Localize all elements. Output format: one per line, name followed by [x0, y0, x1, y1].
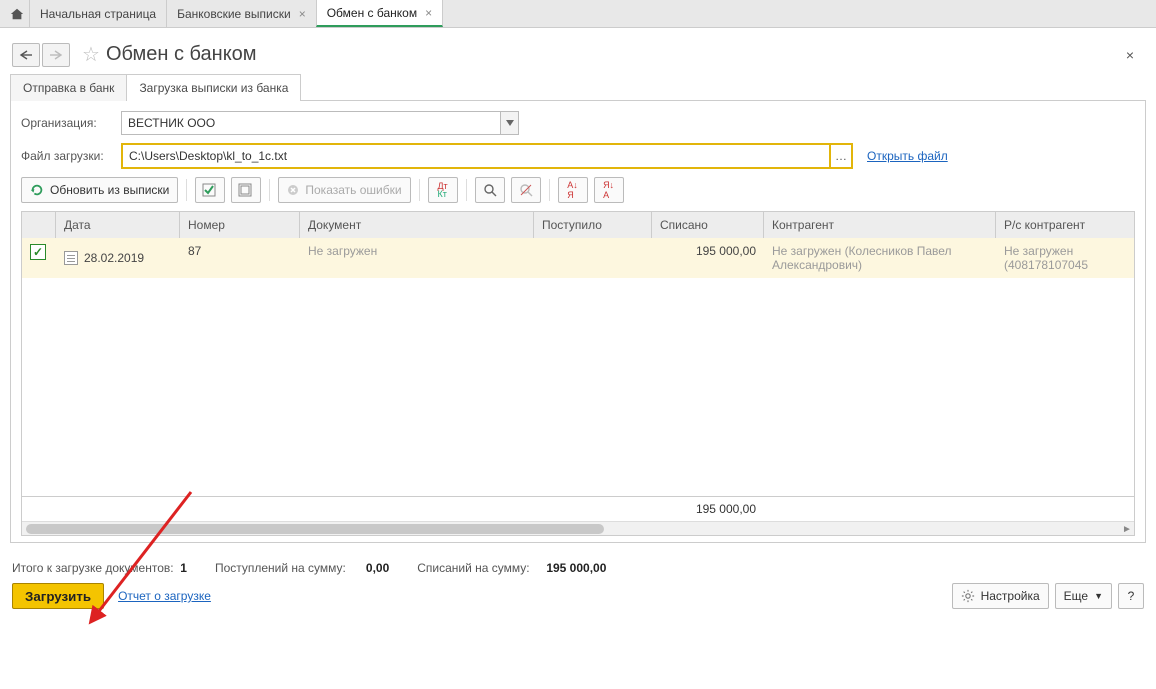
grid-header: Дата Номер Документ Поступило Списано Ко… — [22, 212, 1134, 238]
scroll-thumb[interactable] — [26, 524, 604, 534]
help-label: ? — [1128, 589, 1135, 603]
cell-number: 87 — [180, 238, 300, 278]
col-checkbox[interactable] — [22, 212, 56, 238]
open-file-link[interactable]: Открыть файл — [867, 149, 948, 163]
summary-out-value: 195 000,00 — [546, 561, 606, 575]
error-icon — [287, 184, 299, 196]
cell-withdrawn: 195 000,00 — [652, 238, 764, 278]
file-path-input[interactable]: C:\Users\Desktop\kl_to_1c.txt — [121, 143, 831, 169]
subtab-label: Загрузка выписки из банка — [139, 81, 288, 95]
chevron-down-icon: ▼ — [1094, 591, 1103, 601]
more-label: Еще — [1064, 589, 1088, 603]
separator — [549, 179, 550, 201]
file-label: Файл загрузки: — [21, 149, 121, 163]
nav-forward-button[interactable] — [42, 43, 70, 67]
col-document[interactable]: Документ — [300, 212, 534, 238]
org-row: Организация: ВЕСТНИК ООО — [21, 111, 1135, 135]
subtab-bar: Отправка в банк Загрузка выписки из банк… — [10, 73, 1146, 101]
close-page-button[interactable]: × — [1126, 47, 1144, 63]
refresh-icon — [30, 183, 44, 197]
uncheckall-button[interactable] — [231, 177, 261, 203]
subtab-send[interactable]: Отправка в банк — [10, 74, 127, 101]
load-report-link[interactable]: Отчет о загрузке — [118, 589, 211, 603]
search-button[interactable] — [475, 177, 505, 203]
col-counterparty[interactable]: Контрагент — [764, 212, 996, 238]
separator — [419, 179, 420, 201]
col-account[interactable]: Р/с контрагент — [996, 212, 1134, 238]
col-date[interactable]: Дата — [56, 212, 180, 238]
content-panel: Организация: ВЕСТНИК ООО Файл загрузки: … — [10, 101, 1146, 543]
org-value: ВЕСТНИК ООО — [128, 116, 215, 130]
tab-label: Банковские выписки — [177, 7, 291, 21]
nav-back-button[interactable] — [12, 43, 40, 67]
toolbar: Обновить из выписки Показать ошибки ДтКт — [21, 177, 1135, 203]
cell-date: 28.02.2019 — [84, 251, 144, 265]
grid-footer-row: 195 000,00 — [22, 496, 1134, 521]
app-tab-bar: Начальная страница Банковские выписки × … — [0, 0, 1156, 28]
show-errors-label: Показать ошибки — [305, 183, 401, 197]
file-row: Файл загрузки: C:\Users\Desktop\kl_to_1c… — [21, 143, 1135, 169]
subtab-label: Отправка в банк — [23, 81, 114, 95]
cell-document: Не загружен — [300, 238, 534, 278]
sort-asc-button[interactable]: А↓Я — [558, 177, 588, 203]
tab-home[interactable]: Начальная страница — [29, 0, 167, 27]
row-checkbox[interactable]: ✓ — [30, 244, 46, 260]
table-row[interactable]: ✓ 28.02.2019 87 Не загружен 195 000,00 Н… — [22, 238, 1134, 278]
summary-out-label: Списаний на сумму: — [417, 561, 529, 575]
summary-row: Итого к загрузке документов: 1 Поступлен… — [10, 551, 1146, 583]
close-icon[interactable]: × — [299, 7, 306, 21]
cell-counterparty: Не загружен (Колесников Павел Александро… — [764, 238, 996, 278]
document-icon — [64, 251, 78, 265]
separator — [186, 179, 187, 201]
summary-total-value: 1 — [180, 561, 187, 575]
gear-icon — [961, 589, 975, 603]
sort-desc-button[interactable]: Я↓А — [594, 177, 624, 203]
col-received[interactable]: Поступило — [534, 212, 652, 238]
search-cancel-button[interactable] — [511, 177, 541, 203]
tab-bank-statements[interactable]: Банковские выписки × — [166, 0, 317, 27]
separator — [466, 179, 467, 201]
refresh-label: Обновить из выписки — [50, 183, 169, 197]
org-select[interactable]: ВЕСТНИК ООО — [121, 111, 501, 135]
scroll-right-icon[interactable]: ► — [1120, 522, 1134, 536]
file-browse-button[interactable]: … — [831, 143, 853, 169]
separator — [269, 179, 270, 201]
bottom-button-row: Загрузить Отчет о загрузке Настройка Еще… — [10, 583, 1146, 617]
grid-body: ✓ 28.02.2019 87 Не загружен 195 000,00 Н… — [22, 238, 1134, 496]
org-dropdown-button[interactable] — [501, 111, 519, 135]
refresh-button[interactable]: Обновить из выписки — [21, 177, 178, 203]
home-icon[interactable] — [4, 0, 30, 27]
dtkt-button[interactable]: ДтКт — [428, 177, 458, 203]
star-icon[interactable]: ☆ — [82, 42, 100, 67]
more-button[interactable]: Еще ▼ — [1055, 583, 1112, 609]
load-button[interactable]: Загрузить — [12, 583, 104, 609]
data-grid: Дата Номер Документ Поступило Списано Ко… — [21, 211, 1135, 536]
footer-withdrawn: 195 000,00 — [652, 497, 764, 521]
org-label: Организация: — [21, 116, 121, 130]
show-errors-button[interactable]: Показать ошибки — [278, 177, 410, 203]
cell-account: Не загружен (408178107045 — [996, 238, 1134, 278]
page-header: ☆ Обмен с банком × — [0, 28, 1156, 73]
cell-received — [534, 238, 652, 278]
help-button[interactable]: ? — [1118, 583, 1144, 609]
col-number[interactable]: Номер — [180, 212, 300, 238]
settings-label: Настройка — [981, 589, 1040, 603]
checkall-button[interactable] — [195, 177, 225, 203]
tab-bank-exchange[interactable]: Обмен с банком × — [316, 0, 443, 27]
tab-label: Обмен с банком — [327, 6, 417, 20]
h-scrollbar[interactable]: ◄ ► — [22, 521, 1134, 535]
page-title: Обмен с банком — [106, 43, 257, 66]
subtab-load[interactable]: Загрузка выписки из банка — [126, 74, 301, 101]
summary-in-label: Поступлений на сумму: — [215, 561, 346, 575]
summary-total-label: Итого к загрузке документов: — [12, 561, 174, 575]
settings-button[interactable]: Настройка — [952, 583, 1049, 609]
file-path-value: C:\Users\Desktop\kl_to_1c.txt — [129, 149, 287, 163]
tab-label: Начальная страница — [40, 7, 156, 21]
summary-in-value: 0,00 — [366, 561, 389, 575]
col-withdrawn[interactable]: Списано — [652, 212, 764, 238]
close-icon[interactable]: × — [425, 6, 432, 20]
